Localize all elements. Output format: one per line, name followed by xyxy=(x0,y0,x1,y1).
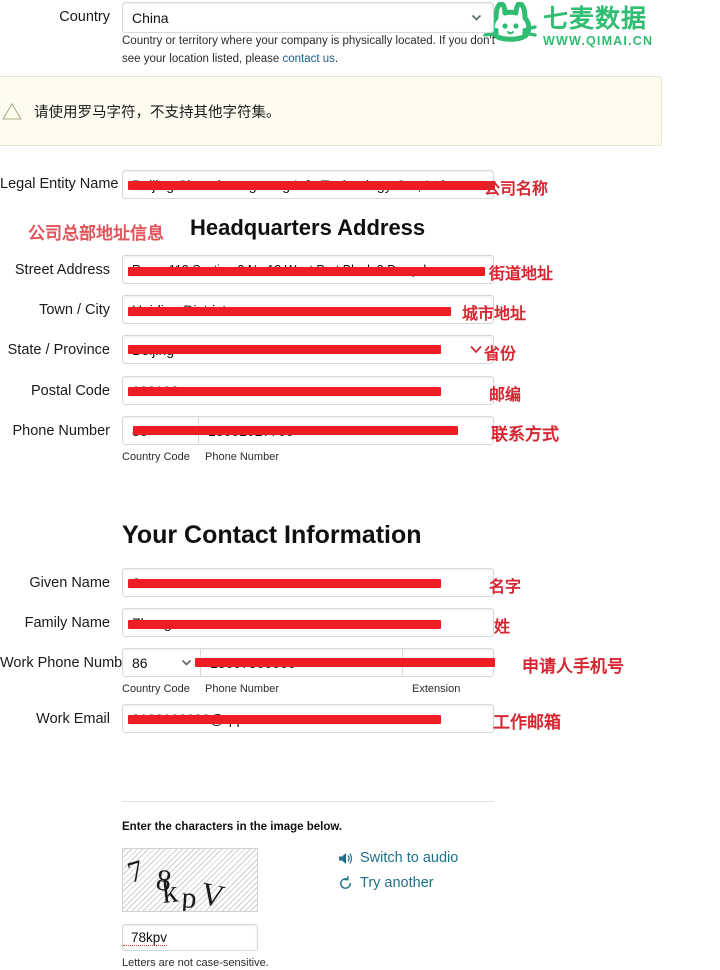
hq-phone-annotation: 联系方式 xyxy=(491,425,559,445)
state-province-label: State / Province xyxy=(7,342,110,358)
hq-phone-group: 86 18001027700 xyxy=(122,416,494,445)
svg-text:k: k xyxy=(160,872,180,909)
switch-to-audio-label: Switch to audio xyxy=(360,850,459,866)
captcha-prompt: Enter the characters in the image below. xyxy=(122,821,343,833)
svg-text:7: 7 xyxy=(124,854,148,890)
logo-brand-url: WWW.QIMAI.CN xyxy=(543,34,654,49)
hq-phone-number-value: 18001027700 xyxy=(208,422,294,439)
captcha-input[interactable]: 78kpv xyxy=(122,924,258,951)
hq-phone-country-code-input[interactable]: 86 xyxy=(123,417,199,444)
state-province-select[interactable]: Beijing xyxy=(122,335,494,364)
work-email-annotation: 工作邮箱 xyxy=(493,713,561,733)
logo-brand-name: 七麦数据 xyxy=(543,4,648,34)
country-help-suffix: . xyxy=(334,52,339,65)
warning-banner-text: 请使用罗马字符，不支持其他字符集。 xyxy=(34,104,281,121)
legal-entity-label: Legal Entity Name xyxy=(0,176,119,192)
hq-phone-label: Phone Number xyxy=(12,423,110,439)
country-label: Country xyxy=(59,9,110,25)
work-phone-extension-input[interactable] xyxy=(403,649,493,676)
speaker-icon xyxy=(339,852,353,864)
state-province-value: Beijing xyxy=(132,341,175,358)
work-phone-country-code-sublabel: Country Code xyxy=(122,683,190,695)
town-city-annotation: 城市地址 xyxy=(462,304,527,323)
state-province-annotation: 省份 xyxy=(484,344,517,363)
given-name-value: Jun xyxy=(132,574,155,591)
postal-code-label: Postal Code xyxy=(31,383,110,399)
family-name-value: Zhang xyxy=(132,614,172,631)
svg-text:p: p xyxy=(181,881,198,911)
chevron-down-icon xyxy=(181,659,192,666)
country-help-text: Country or territory where your company … xyxy=(122,33,502,69)
hq-phone-country-code-value: 86 xyxy=(132,422,148,439)
try-another-link[interactable]: Try another xyxy=(338,875,434,891)
captcha-image: 7 8 k p V xyxy=(122,848,258,912)
chevron-down-icon xyxy=(471,14,482,21)
work-phone-number-input[interactable]: 18007500000 xyxy=(201,649,403,676)
work-phone-extension-sublabel: Extension xyxy=(412,683,461,695)
work-phone-annotation: 申请人手机号 xyxy=(522,657,624,677)
captcha-note: Letters are not case-sensitive. xyxy=(122,957,269,969)
hq-heading-annotation: 公司总部地址信息 xyxy=(28,224,164,244)
contact-heading: Your Contact Information xyxy=(122,521,422,549)
work-phone-label: Work Phone Number xyxy=(0,655,136,671)
roman-characters-warning-banner: 请使用罗马字符，不支持其他字符集。 xyxy=(0,76,662,146)
switch-to-audio-link[interactable]: Switch to audio xyxy=(338,850,458,866)
street-address-input[interactable]: Room 112 Section 2 No 18 West Part Block… xyxy=(122,255,494,284)
contact-us-link[interactable]: contact us xyxy=(282,53,334,65)
captcha-input-value: 78kpv xyxy=(123,930,168,946)
given-name-label: Given Name xyxy=(29,575,110,591)
postal-code-annotation: 邮编 xyxy=(489,385,522,404)
postal-code-input[interactable]: 100193 xyxy=(122,376,494,405)
town-city-input[interactable]: Haidian District xyxy=(122,295,494,324)
legal-entity-value: Beijing Shaoshuangwang Info Technology C… xyxy=(132,176,449,193)
family-name-label: Family Name xyxy=(24,615,110,631)
legal-entity-annotation: 公司名称 xyxy=(484,179,549,198)
street-address-label: Street Address xyxy=(14,262,110,278)
refresh-icon xyxy=(340,875,351,889)
qimai-logo: 七麦数据 WWW.QIMAI.CN xyxy=(483,2,653,52)
town-city-label: Town / City xyxy=(39,302,110,318)
legal-entity-input[interactable]: Beijing Shaoshuangwang Info Technology C… xyxy=(122,170,494,199)
postal-code-value: 100193 xyxy=(132,382,179,399)
hq-phone-country-code-sublabel: Country Code xyxy=(122,451,190,463)
street-address-annotation: 街道地址 xyxy=(489,264,554,283)
country-select[interactable]: China xyxy=(122,2,494,33)
work-phone-group: 86 18007500000 xyxy=(122,648,494,677)
svg-text:V: V xyxy=(198,875,228,911)
hq-phone-number-input[interactable]: 18001027700 xyxy=(199,417,493,444)
country-value: China xyxy=(132,9,169,26)
work-email-input[interactable]: 8100100000@qq.com xyxy=(122,704,494,733)
work-email-value: 8100100000@qq.com xyxy=(132,710,270,727)
signup-form-page: 七麦数据 WWW.QIMAI.CN Country China Country … xyxy=(0,0,720,970)
work-phone-number-sublabel: Phone Number xyxy=(205,683,279,695)
street-address-value: Room 112 Section 2 No 18 West Part Block… xyxy=(132,262,442,277)
warning-triangle-icon xyxy=(2,102,22,120)
given-name-input[interactable]: Jun xyxy=(122,568,494,597)
hq-heading: Headquarters Address xyxy=(190,215,426,240)
work-phone-number-value: 18007500000 xyxy=(210,654,296,671)
work-email-label: Work Email xyxy=(36,711,110,727)
family-name-input[interactable]: Zhang xyxy=(122,608,494,637)
hq-phone-number-sublabel: Phone Number xyxy=(205,451,279,463)
try-another-label: Try another xyxy=(360,875,434,891)
chevron-down-icon xyxy=(470,345,482,354)
captcha-divider xyxy=(122,801,494,802)
work-phone-country-code-select[interactable]: 86 xyxy=(123,649,201,676)
family-name-annotation: 姓 xyxy=(494,617,511,636)
work-phone-country-code-value: 86 xyxy=(132,654,148,671)
town-city-value: Haidian District xyxy=(132,301,227,318)
given-name-annotation: 名字 xyxy=(489,577,522,596)
